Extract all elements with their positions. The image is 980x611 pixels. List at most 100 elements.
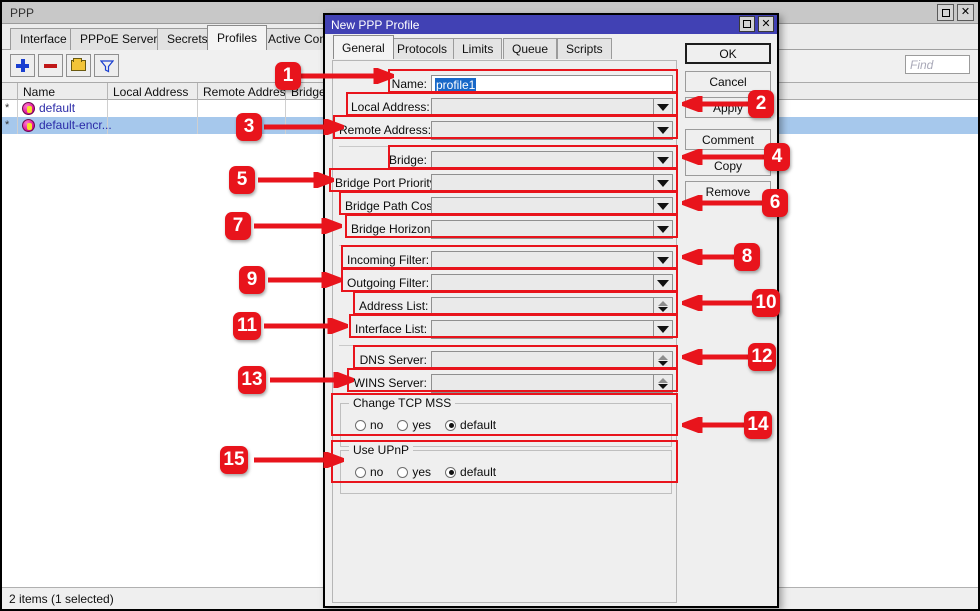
wins-server-input[interactable] xyxy=(431,374,653,393)
tcp-mss-radio-no-label: no xyxy=(370,418,384,432)
badge-14: 14 xyxy=(744,411,772,439)
dialog-tab-protocols[interactable]: Protocols xyxy=(388,38,457,59)
arrow-9 xyxy=(268,272,342,288)
dialog-tab-scripts[interactable]: Scripts xyxy=(557,38,612,59)
badge-10: 10 xyxy=(752,289,780,317)
incoming-filter-input[interactable] xyxy=(431,251,653,270)
badge-1: 1 xyxy=(275,62,301,90)
cancel-button[interactable]: Cancel xyxy=(685,71,771,92)
outgoing-filter-input[interactable] xyxy=(431,274,653,293)
bridge-dropdown-button[interactable] xyxy=(653,151,673,170)
radio-icon xyxy=(397,466,409,478)
tcp-mss-radio-yes-label: yes xyxy=(412,418,432,432)
search-input[interactable]: Find xyxy=(905,55,970,74)
minus-icon xyxy=(44,63,57,68)
tcp-mss-radio-no[interactable]: no xyxy=(355,418,383,432)
field-row-incoming-filter: Incoming Filter: xyxy=(333,251,678,271)
remote-address-dropdown-button[interactable] xyxy=(653,121,673,140)
bridge-input[interactable] xyxy=(431,151,653,170)
interface-list-dropdown-button[interactable] xyxy=(653,320,673,339)
tab-profiles[interactable]: Profiles xyxy=(207,25,268,50)
field-row-bridge-port-priority: Bridge Port Priority: xyxy=(333,174,678,194)
field-row-bridge-horizon: Bridge Horizon: xyxy=(333,220,678,240)
tcp-mss-radio-yes[interactable]: yes xyxy=(397,418,431,432)
column-remote-address[interactable]: Remote Address xyxy=(198,83,286,100)
upnp-radio-default[interactable]: default xyxy=(445,465,496,479)
bridge-path-cost-label: Bridge Path Cost: xyxy=(345,199,440,213)
divider xyxy=(339,345,672,346)
divider xyxy=(339,245,672,246)
dialog-tab-limits[interactable]: Limits xyxy=(453,38,503,59)
radio-icon xyxy=(355,466,366,478)
badge-13: 13 xyxy=(238,366,266,394)
dns-server-spinner[interactable] xyxy=(653,351,673,370)
use-upnp-legend: Use UPnP xyxy=(349,443,414,457)
folder-icon xyxy=(71,58,86,71)
column-local-address[interactable]: Local Address xyxy=(108,83,198,100)
maximize-icon[interactable] xyxy=(937,4,954,21)
radio-selected-icon xyxy=(445,466,457,478)
upnp-radio-yes[interactable]: yes xyxy=(397,465,431,479)
bridge-path-cost-input[interactable] xyxy=(431,197,653,216)
tcp-mss-radio-default[interactable]: default xyxy=(445,418,496,432)
add-button[interactable] xyxy=(10,54,35,77)
spinner-arrows-icon xyxy=(658,378,668,389)
upnp-radio-yes-label: yes xyxy=(412,465,432,479)
upnp-radio-default-label: default xyxy=(460,465,497,479)
badge-8: 8 xyxy=(734,243,760,271)
chevron-down-icon xyxy=(657,280,669,287)
tab-interface[interactable]: Interface xyxy=(10,28,77,50)
interface-list-input[interactable] xyxy=(431,320,653,339)
column-flag[interactable] xyxy=(2,83,18,100)
arrow-8 xyxy=(682,249,734,265)
enable-button[interactable] xyxy=(66,54,91,77)
local-address-input[interactable] xyxy=(431,98,653,117)
bridge-port-priority-dropdown-button[interactable] xyxy=(653,174,673,193)
radio-icon xyxy=(355,419,366,431)
change-tcp-mss-options: no yes default xyxy=(355,418,496,432)
address-list-input[interactable] xyxy=(431,297,653,316)
outgoing-filter-dropdown-button[interactable] xyxy=(653,274,673,293)
field-row-dns-server: DNS Server: xyxy=(333,351,678,371)
general-form-panel: Name: profile1 Local Address: Remote Add… xyxy=(332,60,677,603)
chevron-down-icon xyxy=(657,326,669,333)
column-name[interactable]: Name xyxy=(18,83,108,100)
local-address-dropdown-button[interactable] xyxy=(653,98,673,117)
comment-button[interactable]: Comment xyxy=(685,129,771,150)
wins-server-label: WINS Server: xyxy=(353,376,427,390)
upnp-radio-no[interactable]: no xyxy=(355,465,383,479)
chevron-down-icon xyxy=(657,226,669,233)
dialog-tab-general[interactable]: General xyxy=(333,35,394,59)
main-window-buttons: ✕ xyxy=(937,4,974,21)
name-input[interactable]: profile1 xyxy=(431,75,673,94)
incoming-filter-dropdown-button[interactable] xyxy=(653,251,673,270)
outgoing-filter-label: Outgoing Filter: xyxy=(347,276,430,290)
remote-address-input[interactable] xyxy=(431,121,653,140)
field-row-outgoing-filter: Outgoing Filter: xyxy=(333,274,678,294)
close-icon[interactable]: ✕ xyxy=(957,4,974,21)
badge-4: 4 xyxy=(764,143,790,171)
wins-server-spinner[interactable] xyxy=(653,374,673,393)
dialog-maximize-icon[interactable] xyxy=(739,16,755,32)
bridge-port-priority-input[interactable] xyxy=(431,174,653,193)
field-row-bridge-path-cost: Bridge Path Cost: xyxy=(333,197,678,217)
dns-server-input[interactable] xyxy=(431,351,653,370)
field-row-address-list: Address List: xyxy=(333,297,678,317)
upnp-radio-no-label: no xyxy=(370,465,384,479)
filter-button[interactable] xyxy=(94,54,119,77)
dialog-tab-queue[interactable]: Queue xyxy=(503,38,558,59)
row-name: default-encr... xyxy=(39,118,112,132)
arrow-2 xyxy=(682,96,748,112)
interface-list-label: Interface List: xyxy=(355,322,428,336)
bridge-horizon-dropdown-button[interactable] xyxy=(653,220,673,239)
bridge-path-cost-dropdown-button[interactable] xyxy=(653,197,673,216)
ok-button[interactable]: OK xyxy=(685,43,771,64)
badge-3: 3 xyxy=(236,113,262,141)
dialog-title: New PPP Profile xyxy=(331,18,420,32)
address-list-spinner[interactable] xyxy=(653,297,673,316)
bridge-horizon-input[interactable] xyxy=(431,220,653,239)
dialog-close-icon[interactable]: ✕ xyxy=(758,16,774,32)
dialog-titlebar: New PPP Profile ✕ xyxy=(325,15,777,34)
use-upnp-group: Use UPnP no yes default xyxy=(340,443,672,494)
remove-button[interactable] xyxy=(38,54,63,77)
